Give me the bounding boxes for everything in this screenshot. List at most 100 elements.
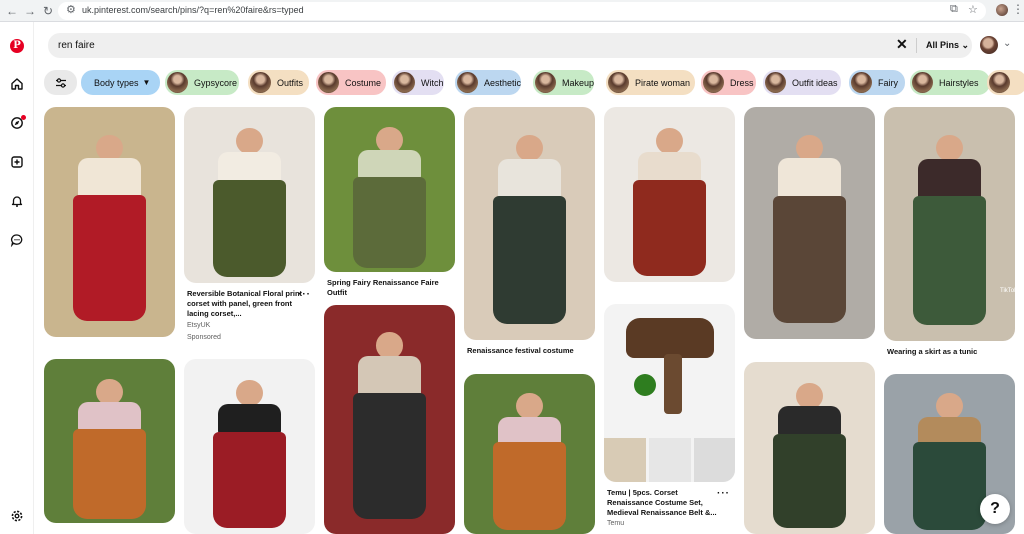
help-button[interactable]: ? (980, 494, 1010, 524)
pin-source[interactable]: Temu (607, 520, 624, 527)
pin-image[interactable] (464, 107, 595, 340)
address-url[interactable]: uk.pinterest.com/search/pins/?q=ren%20fa… (82, 5, 304, 15)
search-divider (916, 38, 917, 53)
pin-image[interactable] (44, 359, 175, 523)
figure-blouse-shape (78, 158, 141, 200)
figure-dress-shape (632, 179, 707, 276)
figure-blouse-shape (218, 403, 281, 436)
figure-head-shape (796, 134, 823, 162)
figure-blouse-shape (918, 416, 981, 446)
pin-image[interactable] (744, 362, 875, 534)
topic-chip[interactable]: Fairy (849, 70, 905, 95)
figure-head-shape (936, 135, 963, 162)
chip-thumbnail (608, 72, 629, 93)
topic-chip[interactable]: Gypsycore (165, 70, 239, 95)
topic-chip[interactable] (987, 70, 1024, 95)
figure-dress-shape (352, 176, 427, 268)
topic-chip[interactable]: Witch (392, 70, 444, 95)
topic-chip[interactable]: Outfit ideas (763, 70, 841, 95)
figure-head-shape (376, 126, 403, 153)
figure-dress-shape (912, 442, 987, 531)
filter-options-button[interactable] (44, 70, 77, 95)
pin-image[interactable] (744, 107, 875, 339)
chip-label: Outfits (277, 77, 304, 88)
figure-dress-shape (72, 428, 147, 519)
figure-dress-shape (492, 195, 567, 324)
figure-dress-shape (352, 392, 427, 519)
chip-thumbnail (167, 72, 188, 93)
chip-thumbnail (703, 72, 724, 93)
search-input[interactable] (58, 37, 878, 54)
create-plus-icon[interactable] (7, 152, 27, 172)
account-chevron-down-icon[interactable]: ⌄ (1003, 38, 1011, 49)
topic-chip[interactable]: Pirate woman (606, 70, 695, 95)
chip-thumbnail (765, 72, 786, 93)
messages-icon[interactable] (7, 230, 27, 250)
topic-chip[interactable]: Dress (701, 70, 756, 95)
site-info-icon[interactable]: ⚙ (66, 3, 76, 16)
chip-thumbnail (394, 72, 415, 93)
figure-head-shape (96, 378, 123, 405)
pin-image[interactable] (324, 305, 455, 534)
figure-head-shape (516, 393, 543, 420)
figure-head-shape (936, 393, 963, 420)
pin-source[interactable]: EtsyUK (187, 322, 210, 329)
figure-head-shape (376, 332, 403, 359)
topic-chip[interactable]: Costume (316, 70, 386, 95)
pin-image[interactable] (184, 107, 315, 283)
settings-gear-icon[interactable] (7, 506, 27, 526)
pin-title[interactable]: Reversible Botanical Floral print corset… (187, 289, 311, 319)
pin-image[interactable] (44, 107, 175, 337)
more-options-icon[interactable]: ··· (717, 488, 730, 499)
explore-compass-icon[interactable] (7, 113, 27, 133)
pin-image[interactable] (324, 107, 455, 272)
bookmark-star-icon[interactable]: ☆ (968, 3, 978, 16)
chevron-down-icon: ⌄ (961, 40, 970, 50)
cast-icon[interactable]: ⧉ (950, 3, 958, 16)
chevron-down-icon: ▼ (142, 78, 151, 87)
pin-title[interactable]: Spring Fairy Renaissance Faire Outfit (327, 278, 457, 298)
pin-image[interactable] (184, 359, 315, 534)
figure-blouse-shape (498, 158, 561, 201)
browser-profile-avatar[interactable] (996, 4, 1008, 16)
chip-thumbnail (535, 72, 556, 93)
pinterest-logo-icon[interactable]: P (7, 36, 27, 56)
figure-blouse-shape (78, 402, 141, 432)
topic-chip[interactable]: Outfits (248, 70, 309, 95)
browser-toolbar: ← → ↻ ⚙ uk.pinterest.com/search/pins/?q=… (0, 0, 1024, 22)
topic-chip[interactable]: Makeup (533, 70, 594, 95)
search-scope-dropdown[interactable]: All Pins ⌄ (926, 40, 969, 51)
figure-dress-shape (912, 196, 987, 325)
tiktok-watermark: TikTok (1000, 288, 1018, 294)
figure-blouse-shape (778, 406, 841, 438)
home-icon[interactable] (7, 74, 27, 94)
account-avatar[interactable] (980, 36, 998, 54)
pin-image[interactable] (464, 374, 595, 534)
left-nav-rail: P (0, 22, 34, 534)
back-arrow-icon[interactable]: ← (4, 3, 20, 19)
topic-chip[interactable]: Hairstyles (910, 70, 990, 95)
search-scope-label: All Pins (926, 40, 960, 50)
potion-bottle-shape (634, 374, 656, 396)
clear-search-icon[interactable]: ✕ (896, 36, 908, 53)
pin-title[interactable]: Wearing a skirt as a tunic (887, 347, 1017, 357)
chip-label: Dress (730, 77, 754, 88)
forward-arrow-icon[interactable]: → (22, 3, 38, 19)
reload-icon[interactable]: ↻ (40, 3, 56, 19)
accessory-thumbnail (694, 438, 735, 482)
topic-chip[interactable]: Aesthetic (455, 70, 521, 95)
figure-blouse-shape (638, 151, 701, 184)
more-options-icon[interactable]: ··· (298, 289, 311, 300)
pin-title[interactable]: Renaissance festival costume (467, 346, 597, 356)
browser-menu-icon[interactable]: ⋮ (1012, 2, 1024, 16)
address-bar[interactable]: ⚙ uk.pinterest.com/search/pins/?q=ren%20… (58, 2, 986, 20)
pin-title[interactable]: Temu | 5pcs. Corset Renaissance Costume … (607, 488, 717, 518)
chip-label: Pirate woman (635, 77, 691, 88)
figure-dress-shape (212, 431, 287, 528)
body-types-chip[interactable]: Body types ▼ (81, 70, 161, 95)
pin-image[interactable] (884, 107, 1015, 341)
notifications-bell-icon[interactable] (7, 191, 27, 211)
pin-image[interactable] (604, 304, 735, 482)
accessory-thumbnail (604, 438, 646, 482)
pin-image[interactable] (604, 107, 735, 282)
